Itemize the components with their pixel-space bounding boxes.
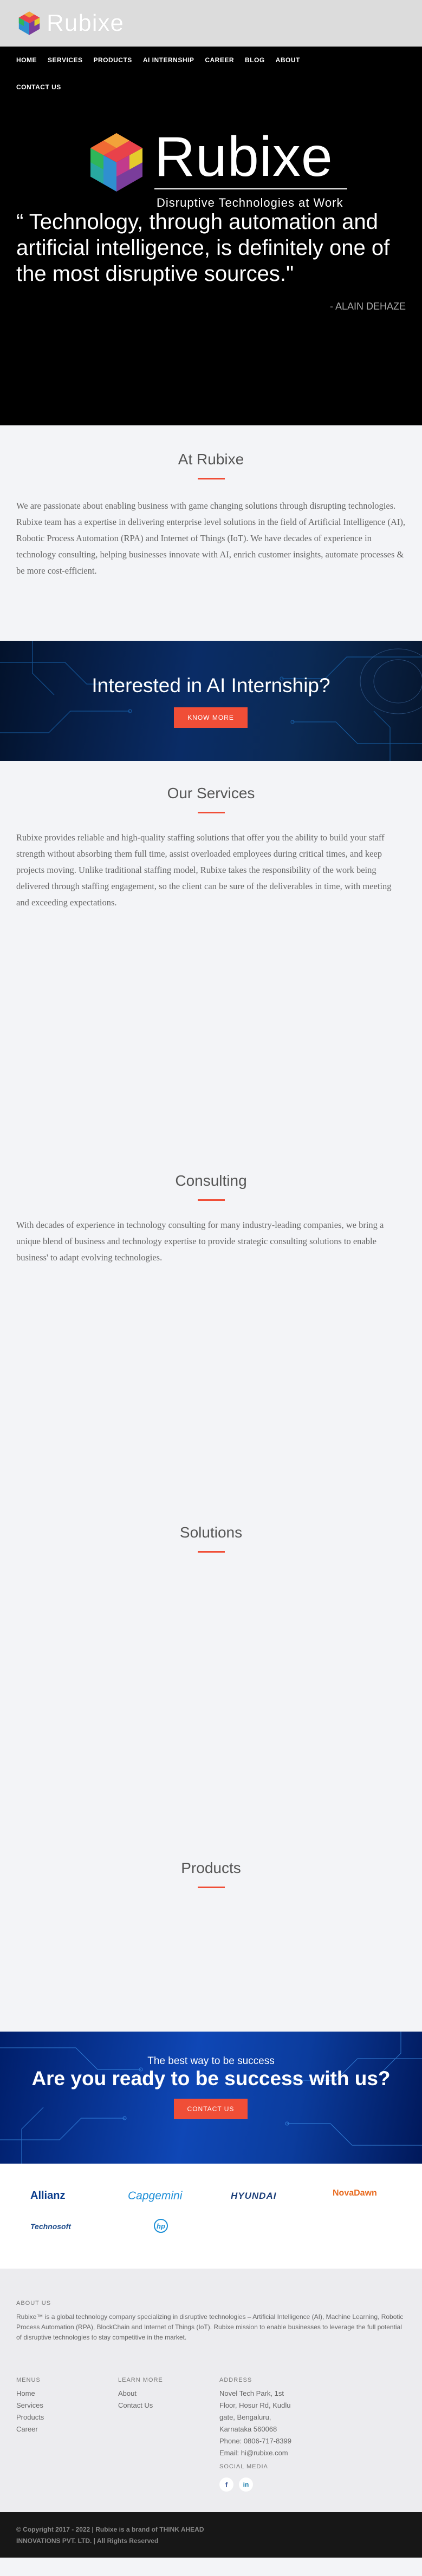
services-section: Our Services Rubixe provides reliable an… (0, 761, 422, 1172)
footer-social-heading: SOCIAL MEDIA (219, 2463, 268, 2470)
nav-home[interactable]: HOME (11, 56, 42, 64)
site-footer: ABOUT US Rubixe™ is a global technology … (0, 2269, 422, 2512)
hero-brand: Rubixe Disruptive Technologies at Work (154, 126, 347, 210)
footer-learn-heading: LEARN MORE (118, 2377, 163, 2383)
success-title: Are you ready to be success with us? (31, 2067, 391, 2089)
hero-brand-name: Rubixe (154, 126, 333, 188)
footer-address-heading: ADDRESS (219, 2377, 252, 2383)
nav-about[interactable]: ABOUT (270, 56, 306, 64)
section-title: Consulting (175, 1172, 247, 1189)
facebook-icon[interactable]: f (219, 2478, 233, 2492)
nav-ai-internship[interactable]: AI INTERNSHIP (138, 56, 200, 64)
client-logo-hyundai: HYUNDAI (231, 2191, 277, 2201)
nav-services[interactable]: SERVICES (42, 56, 88, 64)
nav-career[interactable]: CAREER (199, 56, 239, 64)
footer-about-text: Rubixe™ is a global technology company s… (16, 2313, 404, 2341)
circuit-background-icon (0, 641, 422, 761)
client-logo-capgemini: Capgemini (128, 2190, 183, 2202)
client-logo-allianz: Allianz (30, 2190, 66, 2202)
solutions-section: Solutions (0, 1524, 422, 1859)
contact-us-button[interactable]: CONTACT US (174, 2099, 248, 2119)
title-underline (197, 478, 225, 479)
success-subtitle: The best way to be success (147, 2055, 275, 2067)
header-bar: Rubixe (0, 0, 422, 47)
section-text: With decades of experience in technology… (16, 1220, 384, 1263)
address-line: gate, Bengaluru, (219, 2413, 271, 2421)
copyright-line-1: © Copyright 2017 - 2022 | Rubixe is a br… (16, 2526, 204, 2533)
success-banner: The best way to be success Are you ready… (0, 2032, 422, 2164)
title-underline (197, 1199, 225, 1201)
site-logo[interactable]: Rubixe (16, 10, 124, 37)
address-line: Floor, Hosur Rd, Kudlu (219, 2401, 291, 2409)
footer-link-services[interactable]: Services (16, 2400, 44, 2411)
section-title: Solutions (179, 1524, 243, 1541)
footer-link-home[interactable]: Home (16, 2388, 44, 2400)
rubixe-cube-icon (18, 11, 40, 35)
footer-about-heading: ABOUT US (16, 2300, 51, 2306)
footer-link-contact[interactable]: Contact Us (118, 2400, 153, 2411)
footer-link-about[interactable]: About (118, 2388, 153, 2400)
address-line: Karnataka 560068 (219, 2425, 277, 2433)
title-underline (197, 812, 225, 813)
ai-internship-banner: Interested in AI Internship? KNOW MORE (0, 641, 422, 761)
hero-logo: Rubixe Disruptive Technologies at Work (84, 126, 347, 210)
client-logo-technosoft: Technosoft (30, 2222, 71, 2231)
hero-quote: “ Technology, through automation and art… (16, 210, 390, 286)
title-underline (197, 1551, 225, 1553)
at-rubixe-section: At Rubixe We are passionate about enabli… (0, 425, 422, 641)
client-logo-hp: hp (154, 2219, 168, 2233)
clients-section: Allianz Capgemini HYUNDAI NovaDawn Techn… (0, 2164, 422, 2269)
footer-phone[interactable]: Phone: 0806-717-8399 (219, 2435, 291, 2447)
footer-social-icons: f in (219, 2478, 253, 2492)
title-underline (197, 1887, 225, 1888)
rubixe-cube-icon (90, 133, 142, 192)
know-more-button[interactable]: KNOW MORE (174, 707, 248, 728)
internship-title: Interested in AI Internship? (92, 674, 330, 696)
nav-products[interactable]: PRODUCTS (88, 56, 137, 64)
footer-learn-list: About Contact Us (118, 2388, 153, 2411)
footer-menus-list: Home Services Products Career (16, 2388, 44, 2435)
address-line: Novel Tech Park, 1st (219, 2389, 284, 2397)
products-section: Products (0, 1859, 422, 2032)
logo-text: Rubixe (47, 10, 124, 36)
footer-link-products[interactable]: Products (16, 2411, 44, 2423)
section-text: We are passionate about enabling busines… (16, 501, 405, 576)
nav-blog[interactable]: BLOG (239, 56, 270, 64)
linkedin-icon[interactable]: in (239, 2478, 253, 2492)
hero-tagline: Disruptive Technologies at Work (157, 196, 343, 209)
copyright-bar: © Copyright 2017 - 2022 | Rubixe is a br… (0, 2512, 422, 2558)
footer-link-career[interactable]: Career (16, 2423, 44, 2435)
circuit-background-icon (0, 2032, 422, 2164)
section-title: Products (181, 1859, 241, 1876)
main-nav: HOME SERVICES PRODUCTS AI INTERNSHIP CAR… (0, 47, 422, 114)
footer-menus-heading: MENUS (16, 2377, 41, 2383)
nav-row-2: CONTACT US (11, 74, 411, 101)
nav-contact-us[interactable]: CONTACT US (11, 83, 67, 91)
hero-section: Rubixe Disruptive Technologies at Work “… (0, 114, 422, 425)
footer-address: Novel Tech Park, 1st Floor, Hosur Rd, Ku… (219, 2388, 291, 2459)
section-text: Rubixe provides reliable and high-qualit… (16, 832, 392, 908)
client-logo-novadawn: NovaDawn (333, 2189, 377, 2198)
hero-divider (154, 188, 347, 189)
section-title: At Rubixe (178, 451, 244, 468)
consulting-section: Consulting With decades of experience in… (0, 1172, 422, 1524)
footer-email[interactable]: Email: hi@rubixe.com (219, 2447, 291, 2459)
copyright-line-2: INNOVATIONS PVT. LTD. | All Rights Reser… (16, 2537, 159, 2545)
nav-row: HOME SERVICES PRODUCTS AI INTERNSHIP CAR… (11, 47, 411, 74)
section-title: Our Services (167, 785, 255, 801)
hero-quote-author: - ALAIN DEHAZE (329, 301, 406, 312)
